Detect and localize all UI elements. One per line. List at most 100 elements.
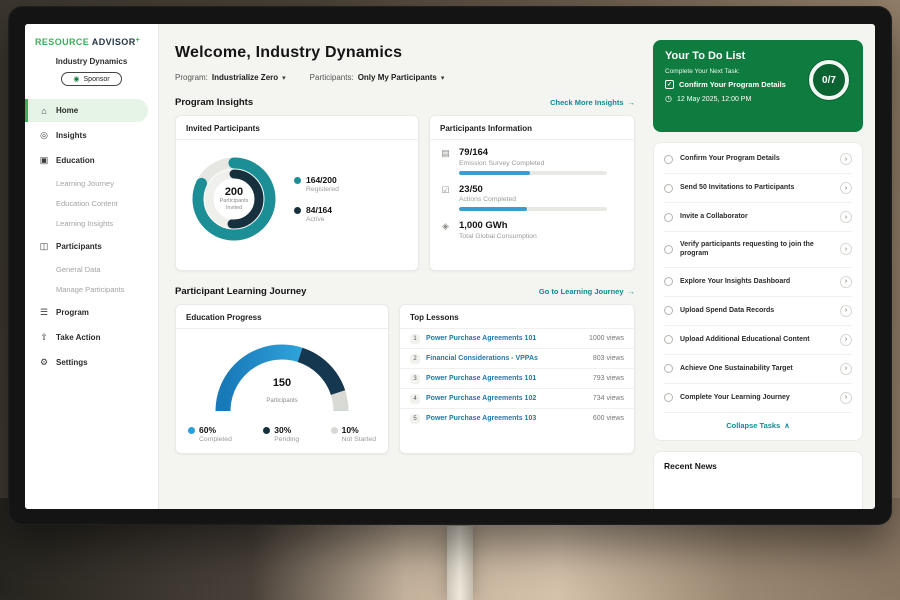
monitor-bezel: RESOURCE ADVISOR+ Industry Dynamics ◉ Sp… <box>8 6 892 525</box>
sponsor-label: Sponsor <box>84 76 110 83</box>
emission-survey-progressbar <box>459 171 607 175</box>
chevron-right-icon[interactable]: › <box>840 305 852 317</box>
task-item[interactable]: Confirm Your Program Details › <box>664 145 852 174</box>
arrow-right-icon: → <box>628 98 636 107</box>
donut-center-value: 200 <box>225 186 243 198</box>
sidebar-item-take-action[interactable]: ⇧ Take Action <box>25 325 148 349</box>
chevron-right-icon[interactable]: › <box>840 243 852 255</box>
chevron-right-icon[interactable]: › <box>840 276 852 288</box>
chevron-right-icon[interactable]: › <box>840 211 852 223</box>
program-insights-header: Program Insights Check More Insights → <box>175 97 635 108</box>
invited-donut-chart: 200 Participants Invited <box>182 147 286 251</box>
sidebar-item-insights[interactable]: ◎ Insights <box>25 123 148 147</box>
lesson-link[interactable]: Power Purchase Agreements 102 <box>426 395 587 402</box>
chevron-right-icon[interactable]: › <box>840 182 852 194</box>
page-title: Welcome, Industry Dynamics <box>175 44 635 62</box>
clock-icon: ◷ <box>665 95 672 103</box>
task-label: Achieve One Sustainability Target <box>680 364 833 373</box>
todo-summary-card: Your To Do List Complete Your Next Task:… <box>653 40 863 132</box>
program-filter-value: Industrialize Zero <box>212 73 278 82</box>
chevron-right-icon[interactable]: › <box>840 153 852 165</box>
sidebar-item-learning-journey[interactable]: Learning Journey <box>25 173 158 193</box>
invited-legend: 164/200 Registered 84/164 Active <box>294 175 339 223</box>
lesson-link[interactable]: Power Purchase Agreements 101 <box>426 335 583 342</box>
task-checkbox[interactable] <box>664 335 673 344</box>
lesson-rank: 5 <box>410 414 420 424</box>
logo-resource: RESOURCE <box>35 37 89 47</box>
sidebar-item-label: Home <box>56 106 78 115</box>
task-item[interactable]: Upload Spend Data Records › <box>664 297 852 326</box>
actions-label: Actions Completed <box>459 196 607 203</box>
donut-center-label: 200 Participants Invited <box>182 147 286 251</box>
lesson-link[interactable]: Power Purchase Agreements 101 <box>426 375 587 382</box>
logo-plus: + <box>136 37 141 44</box>
task-checkbox[interactable] <box>664 184 673 193</box>
task-item[interactable]: Achieve One Sustainability Target › <box>664 355 852 384</box>
invited-participants-title: Invited Participants <box>176 116 418 140</box>
check-icon: ✓ <box>665 80 674 89</box>
task-checkbox[interactable] <box>664 245 673 254</box>
sidebar-item-manage-participants[interactable]: Manage Participants <box>25 279 158 299</box>
chevron-right-icon[interactable]: › <box>840 334 852 346</box>
participants-information-title: Participants Information <box>430 116 634 140</box>
lesson-link[interactable]: Financial Considerations - VPPAs <box>426 355 587 362</box>
emission-survey-label: Emission Survey Completed <box>459 160 607 167</box>
program-icon: ☰ <box>39 307 49 318</box>
participants-filter[interactable]: Participants: Only My Participants ▾ <box>310 73 445 82</box>
sidebar-item-learning-insights[interactable]: Learning Insights <box>25 213 158 233</box>
todo-next-task[interactable]: ✓ Confirm Your Program Details <box>665 80 805 89</box>
not-started-dot <box>331 427 338 434</box>
program-insights-title: Program Insights <box>175 97 253 108</box>
sidebar-item-home[interactable]: ⌂ Home <box>25 99 148 122</box>
emission-survey-value: 79/164 <box>459 147 607 158</box>
recent-news-title: Recent News <box>664 461 852 471</box>
program-filter[interactable]: Program: Industrialize Zero ▾ <box>175 73 286 82</box>
invited-participants-card: Invited Participants 200 <box>175 115 419 271</box>
active-label: Active <box>306 216 332 223</box>
learning-journey-title: Participant Learning Journey <box>175 286 306 297</box>
dashboard-screen: RESOURCE ADVISOR+ Industry Dynamics ◉ Sp… <box>25 24 875 509</box>
donut-center-caption: Invited <box>226 205 242 212</box>
task-checkbox[interactable] <box>664 364 673 373</box>
chevron-down-icon: ▾ <box>441 74 445 82</box>
chevron-right-icon[interactable]: › <box>840 392 852 404</box>
task-item[interactable]: Upload Additional Educational Content › <box>664 326 852 355</box>
task-checkbox[interactable] <box>664 393 673 402</box>
registered-value: 164/200 <box>306 175 339 185</box>
participants-filter-label: Participants: <box>310 73 354 82</box>
education-legend: 60% Completed 30% Pending <box>184 417 380 443</box>
check-more-insights-link[interactable]: Check More Insights → <box>550 98 635 107</box>
registered-dot <box>294 177 301 184</box>
todo-due-label: 12 May 2025, 12:00 PM <box>677 96 751 103</box>
task-checkbox[interactable] <box>664 213 673 222</box>
lesson-views: 734 views <box>593 395 624 402</box>
collapse-tasks-link[interactable]: Collapse Tasks ∧ <box>664 413 852 438</box>
task-item[interactable]: Explore Your Insights Dashboard › <box>664 268 852 297</box>
sidebar-item-participants[interactable]: ◫ Participants <box>25 234 148 258</box>
sponsor-badge[interactable]: ◉ Sponsor <box>61 72 121 86</box>
task-checkbox[interactable] <box>664 306 673 315</box>
todo-panel: Your To Do List Complete Your Next Task:… <box>647 24 875 509</box>
task-item[interactable]: Invite a Collaborator › <box>664 203 852 232</box>
go-to-learning-journey-link[interactable]: Go to Learning Journey → <box>539 287 635 296</box>
task-item[interactable]: Verify participants requesting to join t… <box>664 232 852 268</box>
sidebar-item-education-content[interactable]: Education Content <box>25 193 158 213</box>
lesson-row: 1 Power Purchase Agreements 101 1000 vie… <box>400 329 634 349</box>
lesson-link[interactable]: Power Purchase Agreements 103 <box>426 415 587 422</box>
chevron-right-icon[interactable]: › <box>840 363 852 375</box>
task-label: Verify participants requesting to join t… <box>680 240 833 259</box>
active-value: 84/164 <box>306 205 332 215</box>
sidebar-item-general-data[interactable]: General Data <box>25 259 158 279</box>
todo-progress-value: 0/7 <box>805 56 853 104</box>
gauge-center-value: 150 <box>207 377 357 389</box>
task-checkbox[interactable] <box>664 277 673 286</box>
legend-pending: 30% Pending <box>263 425 299 443</box>
task-item[interactable]: Complete Your Learning Journey › <box>664 384 852 413</box>
sidebar-item-program[interactable]: ☰ Program <box>25 300 148 324</box>
task-checkbox[interactable] <box>664 155 673 164</box>
program-insights-cards: Invited Participants 200 <box>175 115 635 271</box>
sidebar-item-education[interactable]: ▣ Education <box>25 148 148 172</box>
sidebar-item-settings[interactable]: ⚙ Settings <box>25 350 148 374</box>
task-item[interactable]: Send 50 Invitations to Participants › <box>664 174 852 203</box>
legend-active: 84/164 Active <box>294 205 339 223</box>
